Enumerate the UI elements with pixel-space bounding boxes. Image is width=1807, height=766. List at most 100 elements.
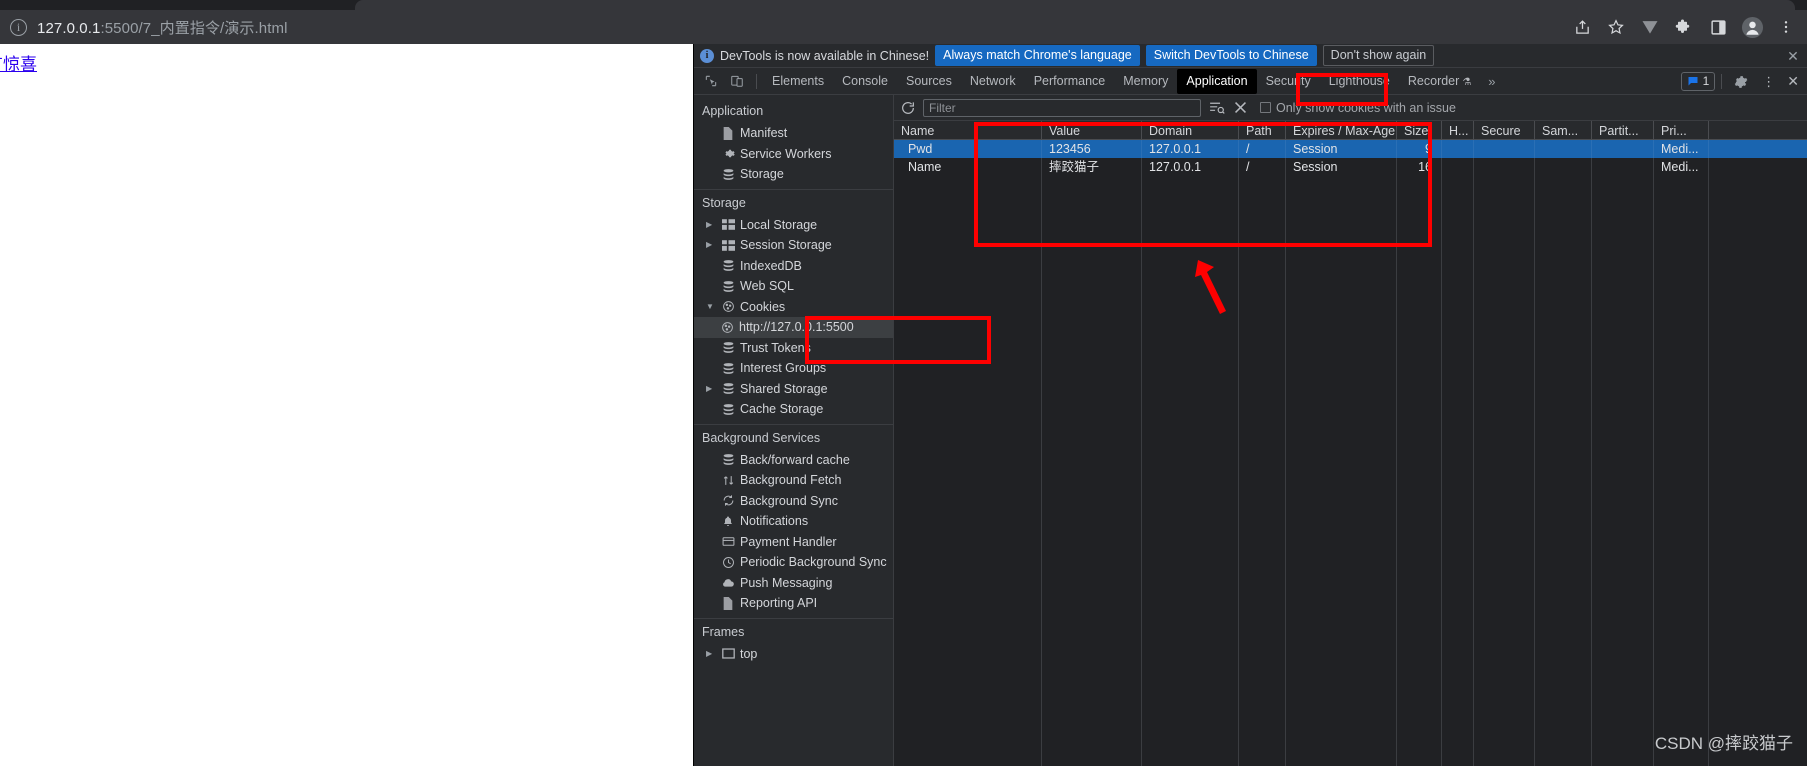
column-header-domain[interactable]: Domain xyxy=(1142,121,1239,139)
gear-icon[interactable] xyxy=(1728,69,1754,95)
chrome-menu-icon[interactable] xyxy=(1771,12,1801,42)
refresh-icon[interactable] xyxy=(900,100,916,116)
clock-icon xyxy=(721,555,735,569)
screen-root: i 127.0.0.1:5500/7_内置指令/演示.html 有惊喜 xyxy=(0,0,1807,766)
cell-partitionkey xyxy=(1592,140,1654,158)
sidebar-item-background-sync[interactable]: Background Sync xyxy=(694,491,893,512)
only-issues-checkbox-row[interactable]: Only show cookies with an issue xyxy=(1260,101,1456,115)
browser-toolbar-icons xyxy=(1567,10,1801,44)
cell-name: Pwd xyxy=(894,140,1042,158)
clear-all-cookies-icon[interactable] xyxy=(1232,99,1249,116)
inspect-element-icon[interactable] xyxy=(698,68,724,94)
cookie-icon xyxy=(721,300,735,314)
sidebar-label: Session Storage xyxy=(740,238,832,253)
column-header-secure[interactable]: Secure xyxy=(1474,121,1535,139)
sidebar-item-storage[interactable]: Storage xyxy=(694,164,893,185)
sidebar-item-cookie-origin[interactable]: http://127.0.0.1:5500 xyxy=(694,317,893,338)
column-header-path[interactable]: Path xyxy=(1239,121,1286,139)
column-header-priority[interactable]: Pri... xyxy=(1654,121,1709,139)
switch-devtools-to-chinese-button[interactable]: Switch DevTools to Chinese xyxy=(1145,45,1317,66)
sidebar-item-service-workers[interactable]: Service Workers xyxy=(694,144,893,165)
sidebar-item-background-fetch[interactable]: Background Fetch xyxy=(694,470,893,491)
page-link[interactable]: 有惊喜 xyxy=(0,50,37,75)
sidebar-item-trust-tokens[interactable]: Trust Tokens xyxy=(694,338,893,359)
info-circle-icon[interactable]: i xyxy=(10,18,27,36)
tab-application[interactable]: Application xyxy=(1177,68,1257,94)
tab-performance[interactable]: Performance xyxy=(1025,69,1115,94)
filter-input[interactable] xyxy=(923,98,1201,117)
sidebar-item-payment-handler[interactable]: Payment Handler xyxy=(694,532,893,553)
sidebar-item-local-storage[interactable]: ▶ Local Storage xyxy=(694,215,893,236)
cell-path: / xyxy=(1239,140,1286,158)
database-icon xyxy=(721,361,735,375)
chevron-right-icon[interactable]: ▶ xyxy=(706,384,716,393)
device-toolbar-icon[interactable] xyxy=(724,68,750,94)
column-header-samesite[interactable]: Sam... xyxy=(1535,121,1592,139)
tabs-overflow-button[interactable]: » xyxy=(1480,74,1503,89)
column-header-partitionkey[interactable]: Partit... xyxy=(1592,121,1654,139)
close-devtools-icon[interactable]: ✕ xyxy=(1783,73,1806,90)
tab-recorder[interactable]: Recorder ⚗ xyxy=(1399,69,1480,94)
always-match-language-button[interactable]: Always match Chrome's language xyxy=(935,45,1140,66)
sidebar-item-reporting-api[interactable]: Reporting API xyxy=(694,593,893,614)
column-header-value[interactable]: Value xyxy=(1042,121,1142,139)
issues-badge[interactable]: 1 xyxy=(1680,72,1716,91)
sync-refresh-icon xyxy=(721,494,735,508)
sidebar-section-title-application: Application xyxy=(702,104,764,118)
vimeo-extension-icon[interactable] xyxy=(1635,12,1665,42)
tab-console[interactable]: Console xyxy=(833,69,897,94)
close-icon[interactable]: ✕ xyxy=(1785,48,1801,64)
column-header-size[interactable]: Size xyxy=(1397,121,1442,139)
sidebar-item-periodic-background-sync[interactable]: Periodic Background Sync xyxy=(694,552,893,573)
tab-network[interactable]: Network xyxy=(961,69,1025,94)
sidebar-item-session-storage[interactable]: ▶ Session Storage xyxy=(694,235,893,256)
browser-tab-active[interactable] xyxy=(355,0,1795,10)
sidebar-item-interest-groups[interactable]: Interest Groups xyxy=(694,358,893,379)
dont-show-again-button[interactable]: Don't show again xyxy=(1322,45,1435,66)
sidebar-divider xyxy=(694,188,893,190)
column-header-name[interactable]: Name xyxy=(894,121,1042,139)
column-header-httponly[interactable]: H... xyxy=(1442,121,1474,139)
arrows-updown-icon xyxy=(721,473,735,487)
chevron-right-icon[interactable]: ▶ xyxy=(706,241,716,249)
bookmark-star-icon[interactable] xyxy=(1601,12,1631,42)
watermark: CSDN @摔跤猫子 xyxy=(1654,734,1793,753)
sidebar-item-web-sql[interactable]: Web SQL xyxy=(694,276,893,297)
sidebar-item-top-frame[interactable]: ▶ top xyxy=(694,644,893,665)
manifest-file-icon xyxy=(721,126,735,140)
tab-sources[interactable]: Sources xyxy=(897,69,961,94)
sidebar-label: Storage xyxy=(740,167,784,182)
column-header-expires[interactable]: Expires / Max-Age xyxy=(1286,121,1397,139)
sidebar-item-cookies[interactable]: ▼ Cookies xyxy=(694,297,893,318)
extensions-puzzle-icon[interactable] xyxy=(1669,12,1699,42)
sidebar-label: Cache Storage xyxy=(740,402,824,417)
sidebar-item-indexeddb[interactable]: IndexedDB xyxy=(694,256,893,277)
sidebar-item-manifest[interactable]: Manifest xyxy=(694,123,893,144)
tab-lighthouse[interactable]: Lighthouse xyxy=(1320,69,1399,94)
clear-filtered-cookies-icon[interactable] xyxy=(1208,99,1225,116)
sidebar-panel-icon[interactable] xyxy=(1703,12,1733,42)
table-empty-area xyxy=(894,158,1807,766)
chevron-right-icon[interactable]: ▶ xyxy=(706,649,716,658)
sidebar-label: Periodic Background Sync xyxy=(740,555,887,570)
url-host: 127.0.0.1 xyxy=(37,19,101,37)
profile-avatar-icon[interactable] xyxy=(1737,12,1767,42)
sidebar-item-push-messaging[interactable]: Push Messaging xyxy=(694,573,893,594)
chevron-down-icon[interactable]: ▼ xyxy=(706,302,716,311)
share-icon[interactable] xyxy=(1567,12,1597,42)
tab-elements[interactable]: Elements xyxy=(763,69,833,94)
address-bar[interactable]: i 127.0.0.1:5500/7_内置指令/演示.html xyxy=(0,10,1740,44)
kebab-menu-icon[interactable]: ⋮ xyxy=(1756,74,1781,90)
cookies-table: Name Value Domain Path Expires / Max-Age… xyxy=(894,121,1807,766)
sidebar-label: Local Storage xyxy=(740,217,818,232)
tab-security[interactable]: Security xyxy=(1257,69,1320,94)
tab-memory[interactable]: Memory xyxy=(1114,69,1177,94)
chevron-right-icon[interactable]: ▶ xyxy=(706,220,716,229)
sidebar-item-back-forward-cache[interactable]: Back/forward cache xyxy=(694,450,893,471)
sidebar-item-notifications[interactable]: Notifications xyxy=(694,511,893,532)
sidebar-item-shared-storage[interactable]: ▶ Shared Storage xyxy=(694,379,893,400)
only-issues-label: Only show cookies with an issue xyxy=(1276,100,1456,115)
checkbox-icon[interactable] xyxy=(1260,102,1271,113)
table-row[interactable]: Pwd 123456 127.0.0.1 / Session 9 Medi... xyxy=(894,140,1807,158)
sidebar-item-cache-storage[interactable]: Cache Storage xyxy=(694,399,893,420)
